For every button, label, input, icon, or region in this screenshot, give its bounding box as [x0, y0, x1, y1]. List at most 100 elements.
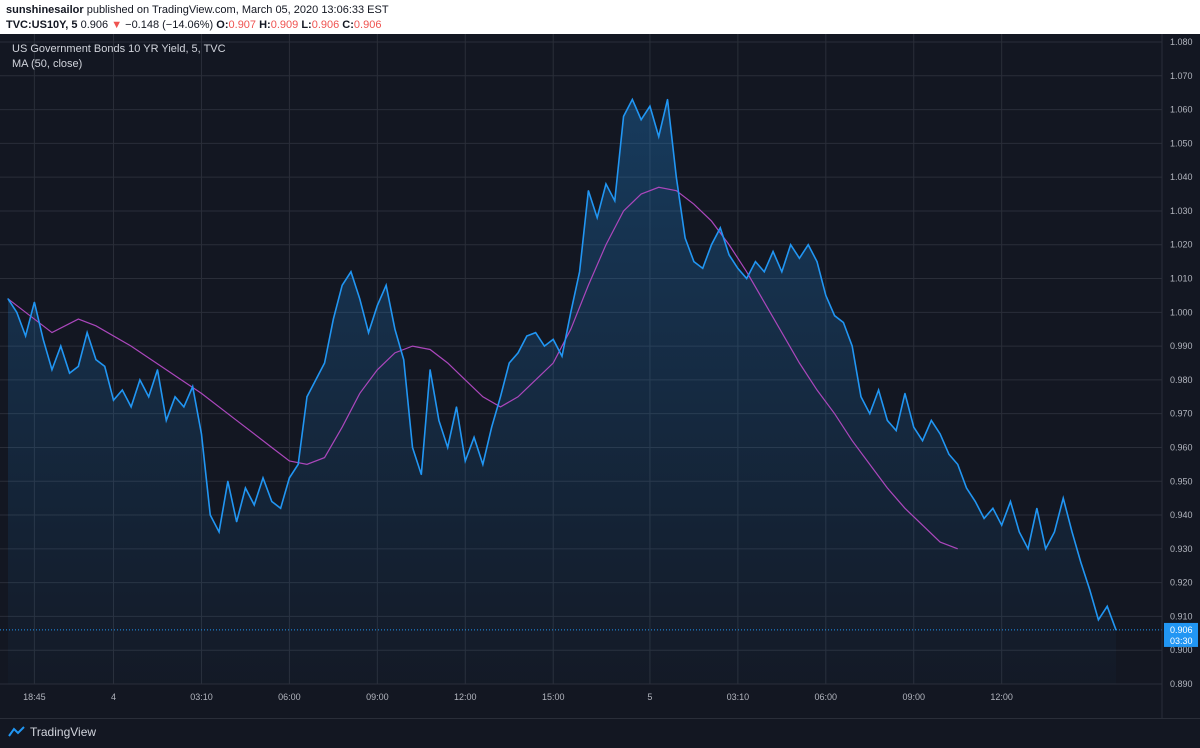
- price-point: [1080, 561, 1082, 563]
- price-point: [913, 426, 915, 428]
- price-point: [860, 396, 862, 398]
- price-point: [939, 433, 941, 435]
- bar-countdown-label: 03:30: [1170, 636, 1193, 646]
- series-title[interactable]: US Government Bonds 10 YR Yield, 5, TVC: [12, 42, 226, 57]
- last-price-label: 0.906: [1170, 625, 1193, 635]
- price-point: [218, 531, 220, 533]
- ohlc-line: TVC:US10Y, 5 0.906 ▼ −0.148 (−14.06%) O:…: [6, 19, 381, 31]
- price-tick-label: 1.050: [1170, 138, 1193, 148]
- price-point: [508, 362, 510, 364]
- price-chart[interactable]: 0.8900.9000.9100.9200.9300.9400.9500.960…: [0, 34, 1200, 718]
- chart-legend: US Government Bonds 10 YR Yield, 5, TVC …: [12, 42, 226, 72]
- price-point: [596, 217, 598, 219]
- price-point: [877, 389, 880, 391]
- price-point: [367, 331, 370, 334]
- price-point: [693, 261, 695, 263]
- price-point: [921, 440, 924, 442]
- price-tick-label: 1.070: [1170, 71, 1193, 81]
- last-price: 0.906: [80, 19, 109, 31]
- price-point: [262, 477, 264, 479]
- price-point: [825, 294, 827, 297]
- time-tick-label: 09:00: [366, 692, 389, 702]
- low-label: L:: [301, 19, 312, 31]
- price-tick-label: 1.000: [1170, 307, 1193, 317]
- price-point: [974, 500, 976, 503]
- price-point: [790, 244, 792, 246]
- close-value: 0.906: [353, 19, 382, 31]
- price-point: [315, 379, 317, 381]
- price-point: [772, 250, 774, 253]
- price-point: [447, 446, 449, 449]
- price-point: [1053, 531, 1056, 533]
- price-point: [499, 396, 502, 398]
- price-change: −0.148 (−14.06%): [125, 19, 214, 31]
- price-point: [33, 301, 35, 303]
- price-point: [851, 345, 853, 347]
- price-point: [1027, 548, 1029, 550]
- price-point: [1071, 531, 1073, 533]
- down-arrow-icon: ▼: [111, 19, 123, 31]
- price-tick-label: 0.960: [1170, 442, 1193, 452]
- open-label: O:: [216, 19, 229, 31]
- price-point: [482, 463, 484, 465]
- high-label: H:: [259, 19, 271, 31]
- price-point: [543, 345, 546, 347]
- price-point: [605, 183, 607, 185]
- price-point: [139, 379, 141, 381]
- price-point: [1089, 588, 1091, 590]
- price-point: [271, 500, 273, 503]
- price-tick-label: 0.990: [1170, 341, 1193, 351]
- price-tick-label: 0.940: [1170, 510, 1193, 520]
- price-point: [60, 345, 62, 347]
- price-tick-label: 0.980: [1170, 375, 1193, 385]
- price-point: [112, 399, 115, 401]
- time-tick-label: 18:45: [23, 692, 46, 702]
- price-point: [1106, 605, 1108, 607]
- price-point: [24, 335, 27, 337]
- price-point: [737, 267, 739, 269]
- price-tick-label: 0.910: [1170, 611, 1193, 621]
- price-point: [807, 244, 809, 246]
- time-tick-label: 06:00: [815, 692, 838, 702]
- price-area-fill: [8, 99, 1116, 684]
- price-point: [16, 311, 18, 313]
- brand-name: TradingView: [30, 725, 97, 739]
- price-point: [1001, 524, 1003, 526]
- price-point: [983, 517, 985, 520]
- tradingview-logo[interactable]: TradingView: [8, 725, 96, 739]
- price-tick-label: 1.020: [1170, 240, 1193, 250]
- price-point: [376, 304, 378, 307]
- series-layer: [0, 97, 1162, 684]
- price-point: [306, 396, 308, 398]
- price-point: [156, 369, 159, 371]
- price-point: [992, 507, 994, 509]
- price-point: [130, 406, 132, 408]
- price-point: [209, 514, 211, 516]
- price-point: [948, 453, 950, 455]
- price-tick-label: 1.030: [1170, 206, 1193, 216]
- indicator-title[interactable]: MA (50, close): [12, 57, 226, 72]
- price-point: [1097, 619, 1100, 621]
- price-point: [1045, 548, 1047, 550]
- price-point: [842, 321, 844, 324]
- published-text: published on TradingView.com, March 05, …: [86, 4, 389, 16]
- price-tick-label: 0.970: [1170, 409, 1193, 419]
- time-tick-label: 12:00: [990, 692, 1013, 702]
- price-point: [578, 271, 581, 273]
- price-point: [702, 267, 704, 269]
- price-point: [42, 338, 44, 340]
- price-point: [763, 271, 765, 273]
- price-point: [121, 389, 123, 391]
- price-point: [834, 315, 836, 317]
- price-point: [192, 386, 194, 388]
- price-point: [798, 257, 801, 259]
- author-name[interactable]: sunshinesailor: [6, 4, 84, 16]
- price-point: [455, 406, 458, 408]
- price-point: [1036, 507, 1038, 509]
- price-point: [754, 261, 757, 263]
- price-point: [86, 331, 88, 334]
- price-point: [323, 362, 326, 364]
- price-point: [148, 396, 150, 398]
- time-axis[interactable]: 18:45 4 03:10 06:00 09:00 12:00 15:00 5 03:10 06:…: [0, 683, 1162, 702]
- price-axis[interactable]: 0.8900.9000.9100.9200.9300.9400.9500.960…: [1161, 34, 1198, 718]
